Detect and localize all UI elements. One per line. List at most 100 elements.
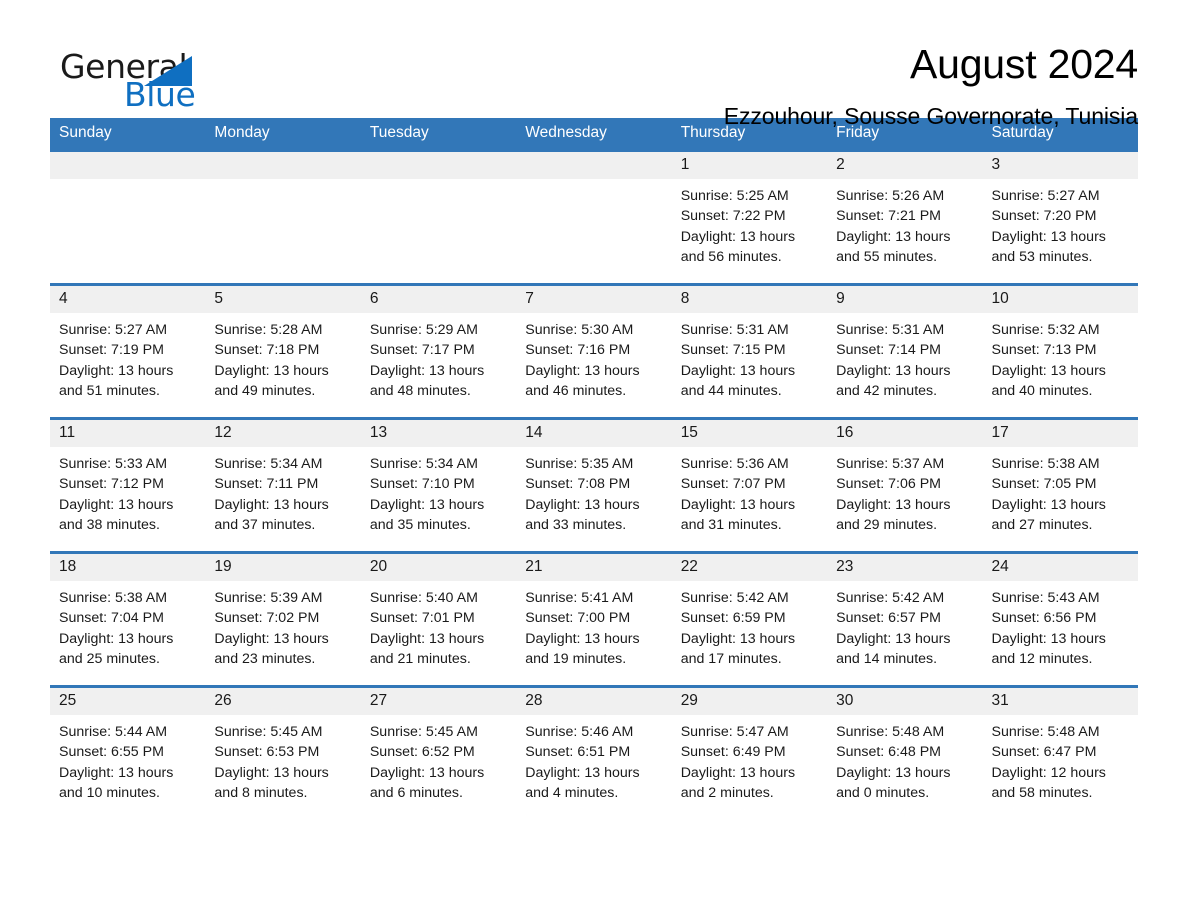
day-number: 18	[50, 554, 206, 581]
day-number: 8	[671, 286, 828, 313]
day-cell[interactable]: 22 Sunrise: 5:42 AM Sunset: 6:59 PM Dayligh…	[671, 551, 828, 687]
sunrise-text: Sunrise: 5:35 AM	[525, 456, 634, 472]
day-cell[interactable]: 21 Sunrise: 5:41 AM Sunset: 7:00 PM Dayligh…	[516, 551, 672, 687]
day-cell[interactable]: 17 Sunrise: 5:38 AM Sunset: 7:05 PM Dayligh…	[982, 417, 1138, 553]
day-number: 20	[360, 554, 517, 581]
daylight-text-line2: and 49 minutes.	[214, 382, 316, 399]
sunset-text: Sunset: 7:02 PM	[214, 610, 320, 627]
day-number: 14	[516, 420, 672, 447]
sunrise-text: Sunrise: 5:26 AM	[836, 188, 945, 204]
daylight-text-line1: Daylight: 13 hours	[836, 496, 951, 513]
sunset-text: Sunset: 7:10 PM	[369, 476, 475, 493]
day-cell[interactable]: 31 Sunrise: 5:48 AM Sunset: 6:47 PM Dayligh…	[982, 685, 1138, 821]
day-cell[interactable]: 10 Sunrise: 5:32 AM Sunset: 7:13 PM Dayligh…	[982, 283, 1138, 419]
sunrise-text: Sunrise: 5:38 AM	[59, 590, 168, 606]
sunrise-text: Sunrise: 5:41 AM	[525, 590, 634, 606]
day-details: Sunrise: 5:40 AM Sunset: 7:01 PM Daylight:…	[361, 581, 516, 669]
day-number: 31	[982, 688, 1138, 715]
day-cell[interactable]: 26 Sunrise: 5:45 AM Sunset: 6:53 PM Dayligh…	[205, 685, 361, 821]
day-cell[interactable]: 20 Sunrise: 5:40 AM Sunset: 7:01 PM Dayligh…	[360, 551, 517, 687]
sunset-text: Sunset: 6:55 PM	[59, 744, 164, 761]
daylight-text-line2: and 44 minutes.	[680, 382, 782, 399]
logo-text-blue: Blue	[124, 75, 196, 114]
day-number	[50, 152, 206, 179]
general-blue-logo[interactable]: General Blue	[50, 44, 250, 116]
day-cell[interactable]: 5 Sunrise: 5:28 AM Sunset: 7:18 PM Daylight…	[205, 283, 361, 419]
daylight-text-line1: Daylight: 13 hours	[59, 764, 174, 781]
day-cell[interactable]: 9 Sunrise: 5:31 AM Sunset: 7:14 PM Daylight…	[827, 283, 983, 419]
page-title: August 2024	[909, 41, 1138, 87]
day-cell[interactable]: 11 Sunrise: 5:33 AM Sunset: 7:12 PM Dayligh…	[50, 417, 206, 553]
day-details: Sunrise: 5:36 AM Sunset: 7:07 PM Daylight:…	[672, 447, 827, 535]
sunset-text: Sunset: 6:56 PM	[991, 610, 1097, 627]
day-cell[interactable]: 23 Sunrise: 5:42 AM Sunset: 6:57 PM Dayligh…	[827, 551, 983, 687]
daylight-text-line1: Daylight: 13 hours	[836, 228, 951, 245]
day-cell[interactable]: 4 Sunrise: 5:27 AM Sunset: 7:19 PM Daylight…	[50, 283, 206, 419]
day-cell[interactable]: 8 Sunrise: 5:31 AM Sunset: 7:15 PM Daylight…	[671, 283, 828, 419]
daylight-text-line1: Daylight: 13 hours	[991, 228, 1106, 245]
day-cell[interactable]: 15 Sunrise: 5:36 AM Sunset: 7:07 PM Dayligh…	[671, 417, 828, 553]
day-cell[interactable]: 1 Sunrise: 5:25 AM Sunset: 7:22 PM Daylight…	[671, 149, 828, 285]
day-details: Sunrise: 5:37 AM Sunset: 7:06 PM Daylight:…	[827, 447, 982, 535]
day-number: 3	[982, 152, 1138, 179]
sunrise-text: Sunrise: 5:25 AM	[680, 188, 789, 204]
daylight-text-line1: Daylight: 13 hours	[836, 362, 951, 379]
day-cell[interactable]: 3 Sunrise: 5:27 AM Sunset: 7:20 PM Daylight…	[982, 149, 1138, 285]
week-row: 25 Sunrise: 5:44 AM Sunset: 6:55 PM Dayligh…	[50, 685, 1138, 821]
week-row: 1 Sunrise: 5:25 AM Sunset: 7:22 PM Daylight…	[50, 149, 1138, 285]
sunrise-text: Sunrise: 5:42 AM	[680, 590, 789, 606]
daylight-text-line2: and 55 minutes.	[836, 248, 938, 265]
day-cell[interactable]: 13 Sunrise: 5:34 AM Sunset: 7:10 PM Dayligh…	[360, 417, 517, 553]
sunrise-text: Sunrise: 5:27 AM	[59, 322, 168, 338]
daylight-text-line1: Daylight: 13 hours	[525, 362, 640, 379]
day-cell[interactable]: 2 Sunrise: 5:26 AM Sunset: 7:21 PM Daylight…	[827, 149, 983, 285]
daylight-text-line2: and 56 minutes.	[680, 248, 782, 265]
day-details: Sunrise: 5:26 AM Sunset: 7:21 PM Daylight:…	[827, 179, 982, 267]
day-details: Sunrise: 5:42 AM Sunset: 6:59 PM Daylight:…	[672, 581, 827, 669]
sunset-text: Sunset: 7:20 PM	[991, 208, 1097, 225]
week-row: 11 Sunrise: 5:33 AM Sunset: 7:12 PM Dayligh…	[50, 417, 1138, 553]
day-details: Sunrise: 5:35 AM Sunset: 7:08 PM Daylight:…	[516, 447, 671, 535]
day-number: 13	[360, 420, 517, 447]
daylight-text-line2: and 27 minutes.	[991, 516, 1093, 533]
daylight-text-line2: and 40 minutes.	[991, 382, 1093, 399]
sunrise-text: Sunrise: 5:44 AM	[59, 724, 168, 740]
day-cell[interactable]: 27 Sunrise: 5:45 AM Sunset: 6:52 PM Dayligh…	[360, 685, 517, 821]
day-cell[interactable]: 12 Sunrise: 5:34 AM Sunset: 7:11 PM Dayligh…	[205, 417, 361, 553]
daylight-text-line1: Daylight: 13 hours	[991, 630, 1106, 647]
day-number: 10	[982, 286, 1138, 313]
daylight-text-line1: Daylight: 13 hours	[59, 630, 174, 647]
sunset-text: Sunset: 6:53 PM	[214, 744, 320, 761]
daylight-text-line1: Daylight: 13 hours	[214, 630, 329, 647]
sunrise-text: Sunrise: 5:37 AM	[836, 456, 945, 472]
day-number	[205, 152, 361, 179]
day-details: Sunrise: 5:44 AM Sunset: 6:55 PM Daylight:…	[50, 715, 205, 803]
day-number: 19	[205, 554, 361, 581]
daylight-text-line1: Daylight: 13 hours	[836, 764, 951, 781]
day-number: 4	[50, 286, 206, 313]
day-cell[interactable]: 18 Sunrise: 5:38 AM Sunset: 7:04 PM Dayligh…	[50, 551, 206, 687]
daylight-text-line2: and 2 minutes.	[680, 784, 774, 801]
daylight-text-line1: Daylight: 13 hours	[369, 764, 485, 781]
day-cell[interactable]: 16 Sunrise: 5:37 AM Sunset: 7:06 PM Dayligh…	[827, 417, 983, 553]
daylight-text-line1: Daylight: 13 hours	[369, 496, 485, 513]
daylight-text-line2: and 58 minutes.	[991, 784, 1093, 801]
day-cell[interactable]: 30 Sunrise: 5:48 AM Sunset: 6:48 PM Dayligh…	[827, 685, 983, 821]
sunrise-text: Sunrise: 5:39 AM	[214, 590, 323, 606]
day-number: 27	[360, 688, 517, 715]
day-cell[interactable]: 28 Sunrise: 5:46 AM Sunset: 6:51 PM Dayligh…	[516, 685, 672, 821]
day-cell[interactable]: 19 Sunrise: 5:39 AM Sunset: 7:02 PM Dayligh…	[205, 551, 361, 687]
sunset-text: Sunset: 7:17 PM	[369, 342, 475, 359]
day-cell[interactable]: 7 Sunrise: 5:30 AM Sunset: 7:16 PM Daylight…	[516, 283, 672, 419]
day-number: 26	[205, 688, 361, 715]
sunset-text: Sunset: 7:05 PM	[991, 476, 1097, 493]
day-cell[interactable]: 29 Sunrise: 5:47 AM Sunset: 6:49 PM Dayligh…	[671, 685, 828, 821]
day-cell[interactable]: 14 Sunrise: 5:35 AM Sunset: 7:08 PM Dayligh…	[516, 417, 672, 553]
day-number: 21	[516, 554, 672, 581]
daylight-text-line2: and 0 minutes.	[836, 784, 930, 801]
day-cell[interactable]: 25 Sunrise: 5:44 AM Sunset: 6:55 PM Dayligh…	[50, 685, 206, 821]
day-cell[interactable]: 6 Sunrise: 5:29 AM Sunset: 7:17 PM Daylight…	[360, 283, 517, 419]
sunrise-text: Sunrise: 5:46 AM	[525, 724, 634, 740]
day-cell[interactable]: 24 Sunrise: 5:43 AM Sunset: 6:56 PM Dayligh…	[982, 551, 1138, 687]
day-details: Sunrise: 5:45 AM Sunset: 6:52 PM Daylight:…	[361, 715, 516, 803]
